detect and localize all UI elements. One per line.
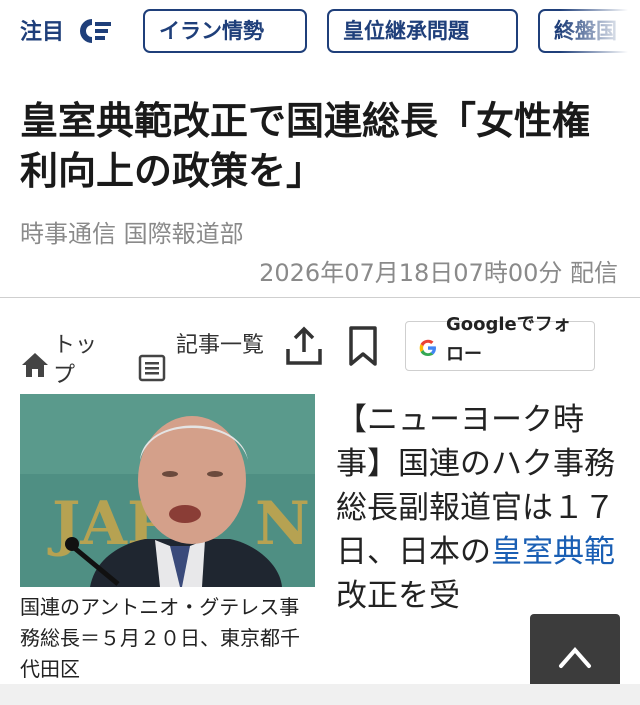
google-g-icon [419, 339, 436, 356]
google-follow-label: Googleでフォロー [446, 314, 571, 365]
top-link-label[interactable]: トップ [53, 331, 103, 391]
chevron-up-icon [559, 646, 591, 668]
list-icon[interactable] [138, 354, 166, 382]
article-headline: 皇室典範改正で国連総長「女性権利向上の政策を」 [20, 99, 591, 193]
trend-logo-icon [80, 19, 111, 43]
article-photo[interactable]: JAP N [20, 394, 315, 587]
home-icon[interactable] [20, 350, 50, 380]
photo-caption: 国連のアントニオ・グテレス事務総長＝５月２０日、東京都千代田区 [20, 595, 300, 681]
bookmark-icon[interactable] [343, 325, 383, 367]
article-source[interactable]: 時事通信 国際報道部 [20, 214, 244, 249]
divider [0, 297, 640, 298]
article-list-label[interactable]: 記事一覧 [176, 331, 266, 361]
back-to-top-button[interactable] [530, 614, 620, 694]
tag-scroll-fade [560, 0, 640, 66]
bottom-bar [0, 684, 640, 705]
google-follow-button[interactable]: Googleでフォロー [405, 314, 595, 371]
trending-tag-bar: 注目 イラン情勢 皇位継承問題 終盤国 [0, 0, 640, 66]
tag-iran[interactable]: イラン情勢 [143, 9, 307, 53]
share-icon[interactable] [283, 325, 325, 367]
article-dateline: 2026年07月18日07時00分 配信 [259, 259, 618, 287]
article-body-continued: 改正を受 [336, 578, 460, 614]
tag-imperial-succession[interactable]: 皇位継承問題 [327, 9, 518, 53]
svg-text:N: N [255, 489, 310, 559]
attention-label: 注目 [20, 20, 65, 45]
keyword-link-imperial-house-law[interactable]: 皇室典範 [491, 534, 615, 570]
